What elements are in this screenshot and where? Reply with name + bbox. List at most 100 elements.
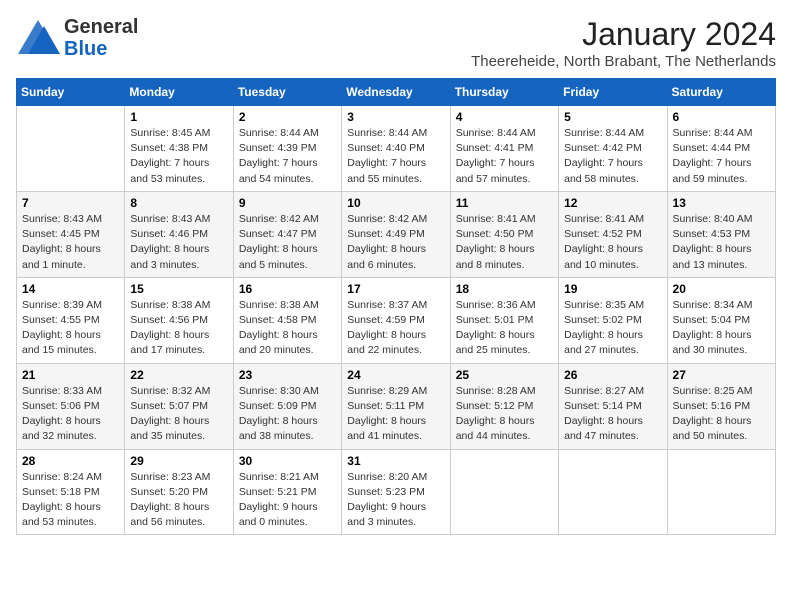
calendar-cell: 12Sunrise: 8:41 AMSunset: 4:52 PMDayligh…: [559, 191, 667, 277]
day-info: Sunrise: 8:43 AMSunset: 4:45 PMDaylight:…: [22, 212, 119, 273]
day-info: Sunrise: 8:23 AMSunset: 5:20 PMDaylight:…: [130, 470, 227, 531]
calendar-cell: 4 Sunrise: 8:44 AMSunset: 4:41 PMDaylight…: [450, 106, 558, 192]
day-info: Sunrise: 8:34 AMSunset: 5:04 PMDaylight:…: [673, 298, 770, 359]
day-info: Sunrise: 8:39 AMSunset: 4:55 PMDaylight:…: [22, 298, 119, 359]
calendar-cell: 7Sunrise: 8:43 AMSunset: 4:45 PMDaylight…: [17, 191, 125, 277]
day-info: Sunrise: 8:28 AMSunset: 5:12 PMDaylight:…: [456, 384, 553, 445]
calendar-cell: 30 Sunrise: 8:21 AMSunset: 5:21 PMDayligh…: [233, 449, 341, 535]
day-info: Sunrise: 8:32 AMSunset: 5:07 PMDaylight:…: [130, 384, 227, 445]
calendar-cell: [559, 449, 667, 535]
logo-blue: Blue: [64, 38, 138, 60]
day-number: 3: [347, 110, 444, 124]
calendar-cell: 19Sunrise: 8:35 AMSunset: 5:02 PMDayligh…: [559, 277, 667, 363]
day-info: Sunrise: 8:40 AMSunset: 4:53 PMDaylight:…: [673, 212, 770, 273]
calendar-cell: [450, 449, 558, 535]
calendar-cell: 5 Sunrise: 8:44 AMSunset: 4:42 PMDaylight…: [559, 106, 667, 192]
day-number: 2: [239, 110, 336, 124]
day-number: 10: [347, 196, 444, 210]
location: Theereheide, North Brabant, The Netherla…: [471, 53, 776, 70]
calendar-cell: 11 Sunrise: 8:41 AMSunset: 4:50 PMDayligh…: [450, 191, 558, 277]
day-number: 12: [564, 196, 661, 210]
weekday-header-row: SundayMondayTuesdayWednesdayThursdayFrid…: [17, 79, 776, 106]
weekday-header-monday: Monday: [125, 79, 233, 106]
day-info: Sunrise: 8:24 AMSunset: 5:18 PMDaylight:…: [22, 470, 119, 531]
weekday-header-saturday: Saturday: [667, 79, 775, 106]
day-info: Sunrise: 8:44 AMSunset: 4:41 PMDaylight:…: [456, 126, 553, 187]
calendar-cell: 24 Sunrise: 8:29 AMSunset: 5:11 PMDayligh…: [342, 363, 450, 449]
calendar-cell: 2 Sunrise: 8:44 AMSunset: 4:39 PMDaylight…: [233, 106, 341, 192]
day-info: Sunrise: 8:20 AMSunset: 5:23 PMDaylight:…: [347, 470, 444, 531]
day-number: 22: [130, 368, 227, 382]
day-info: Sunrise: 8:38 AMSunset: 4:56 PMDaylight:…: [130, 298, 227, 359]
day-info: Sunrise: 8:44 AMSunset: 4:40 PMDaylight:…: [347, 126, 444, 187]
calendar-cell: 13 Sunrise: 8:40 AMSunset: 4:53 PMDayligh…: [667, 191, 775, 277]
calendar-cell: 14 Sunrise: 8:39 AMSunset: 4:55 PMDayligh…: [17, 277, 125, 363]
calendar-cell: 9 Sunrise: 8:42 AMSunset: 4:47 PMDaylight…: [233, 191, 341, 277]
day-number: 27: [673, 368, 770, 382]
calendar-cell: 1 Sunrise: 8:45 AMSunset: 4:38 PMDaylight…: [125, 106, 233, 192]
day-number: 31: [347, 454, 444, 468]
day-number: 16: [239, 282, 336, 296]
calendar-cell: 20 Sunrise: 8:34 AMSunset: 5:04 PMDayligh…: [667, 277, 775, 363]
calendar-cell: [17, 106, 125, 192]
day-info: Sunrise: 8:37 AMSunset: 4:59 PMDaylight:…: [347, 298, 444, 359]
logo: General Blue: [16, 16, 138, 60]
day-number: 15: [130, 282, 227, 296]
day-info: Sunrise: 8:35 AMSunset: 5:02 PMDaylight:…: [564, 298, 661, 359]
calendar-cell: 28 Sunrise: 8:24 AMSunset: 5:18 PMDayligh…: [17, 449, 125, 535]
day-number: 28: [22, 454, 119, 468]
day-number: 1: [130, 110, 227, 124]
day-info: Sunrise: 8:25 AMSunset: 5:16 PMDaylight:…: [673, 384, 770, 445]
calendar-cell: 8Sunrise: 8:43 AMSunset: 4:46 PMDaylight…: [125, 191, 233, 277]
calendar-cell: 21Sunrise: 8:33 AMSunset: 5:06 PMDayligh…: [17, 363, 125, 449]
calendar-cell: 15 Sunrise: 8:38 AMSunset: 4:56 PMDayligh…: [125, 277, 233, 363]
day-info: Sunrise: 8:45 AMSunset: 4:38 PMDaylight:…: [130, 126, 227, 187]
day-info: Sunrise: 8:43 AMSunset: 4:46 PMDaylight:…: [130, 212, 227, 273]
day-number: 30: [239, 454, 336, 468]
day-number: 21: [22, 368, 119, 382]
calendar-cell: 23Sunrise: 8:30 AMSunset: 5:09 PMDayligh…: [233, 363, 341, 449]
calendar-cell: [667, 449, 775, 535]
calendar-cell: 29 Sunrise: 8:23 AMSunset: 5:20 PMDayligh…: [125, 449, 233, 535]
week-row-1: 1 Sunrise: 8:45 AMSunset: 4:38 PMDaylight…: [17, 106, 776, 192]
calendar: SundayMondayTuesdayWednesdayThursdayFrid…: [16, 78, 776, 535]
week-row-4: 21Sunrise: 8:33 AMSunset: 5:06 PMDayligh…: [17, 363, 776, 449]
weekday-header-wednesday: Wednesday: [342, 79, 450, 106]
day-number: 29: [130, 454, 227, 468]
day-number: 11: [456, 196, 553, 210]
weekday-header-tuesday: Tuesday: [233, 79, 341, 106]
calendar-cell: 16Sunrise: 8:38 AMSunset: 4:58 PMDayligh…: [233, 277, 341, 363]
day-info: Sunrise: 8:30 AMSunset: 5:09 PMDaylight:…: [239, 384, 336, 445]
day-number: 17: [347, 282, 444, 296]
day-info: Sunrise: 8:27 AMSunset: 5:14 PMDaylight:…: [564, 384, 661, 445]
weekday-header-thursday: Thursday: [450, 79, 558, 106]
calendar-cell: 17 Sunrise: 8:37 AMSunset: 4:59 PMDayligh…: [342, 277, 450, 363]
week-row-3: 14 Sunrise: 8:39 AMSunset: 4:55 PMDayligh…: [17, 277, 776, 363]
day-number: 25: [456, 368, 553, 382]
day-number: 18: [456, 282, 553, 296]
day-number: 26: [564, 368, 661, 382]
logo-general: General: [64, 16, 138, 38]
day-info: Sunrise: 8:41 AMSunset: 4:50 PMDaylight:…: [456, 212, 553, 273]
day-number: 4: [456, 110, 553, 124]
day-info: Sunrise: 8:36 AMSunset: 5:01 PMDaylight:…: [456, 298, 553, 359]
calendar-cell: 27 Sunrise: 8:25 AMSunset: 5:16 PMDayligh…: [667, 363, 775, 449]
weekday-header-friday: Friday: [559, 79, 667, 106]
day-number: 5: [564, 110, 661, 124]
day-number: 9: [239, 196, 336, 210]
day-info: Sunrise: 8:44 AMSunset: 4:42 PMDaylight:…: [564, 126, 661, 187]
week-row-5: 28 Sunrise: 8:24 AMSunset: 5:18 PMDayligh…: [17, 449, 776, 535]
day-number: 24: [347, 368, 444, 382]
month-title: January 2024: [471, 16, 776, 53]
day-info: Sunrise: 8:42 AMSunset: 4:47 PMDaylight:…: [239, 212, 336, 273]
day-number: 14: [22, 282, 119, 296]
calendar-cell: 26 Sunrise: 8:27 AMSunset: 5:14 PMDayligh…: [559, 363, 667, 449]
day-info: Sunrise: 8:29 AMSunset: 5:11 PMDaylight:…: [347, 384, 444, 445]
calendar-cell: 31 Sunrise: 8:20 AMSunset: 5:23 PMDayligh…: [342, 449, 450, 535]
calendar-cell: 10Sunrise: 8:42 AMSunset: 4:49 PMDayligh…: [342, 191, 450, 277]
day-info: Sunrise: 8:44 AMSunset: 4:39 PMDaylight:…: [239, 126, 336, 187]
day-info: Sunrise: 8:21 AMSunset: 5:21 PMDaylight:…: [239, 470, 336, 531]
calendar-cell: 25 Sunrise: 8:28 AMSunset: 5:12 PMDayligh…: [450, 363, 558, 449]
day-number: 20: [673, 282, 770, 296]
day-number: 13: [673, 196, 770, 210]
